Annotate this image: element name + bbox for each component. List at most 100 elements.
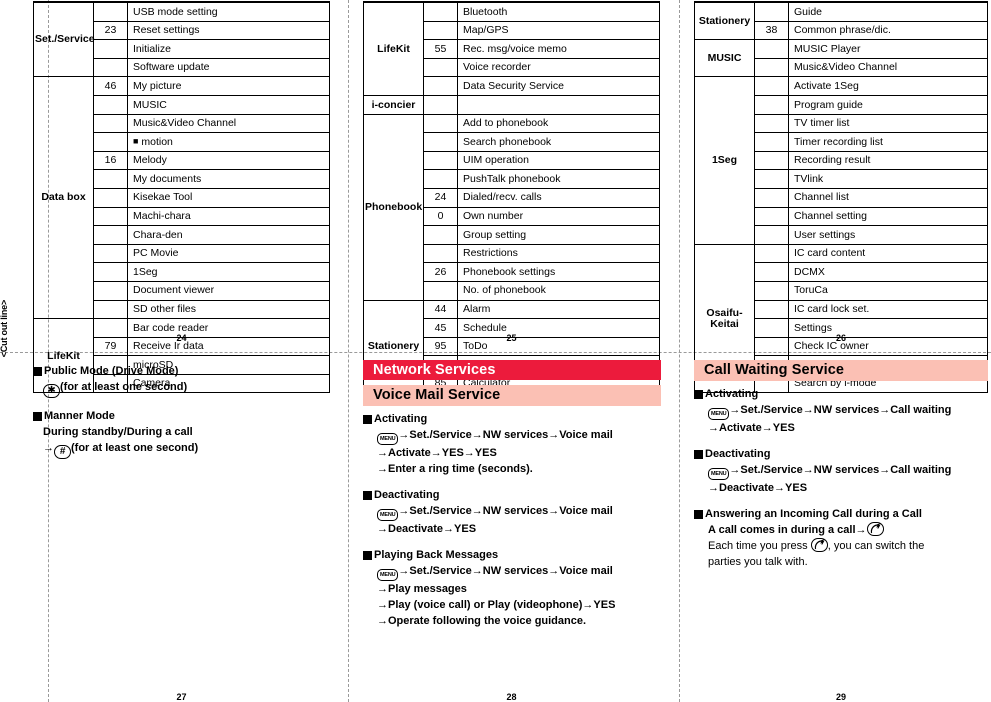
menu-item-cell: Machi-chara	[127, 206, 330, 227]
panel-call-waiting-service: Call Waiting Service Activating MENU →Set.…	[694, 360, 988, 570]
block-heading: Answering an Incoming Call during a Call	[694, 507, 988, 522]
block-heading-label: Deactivating	[374, 489, 440, 501]
menu-item-cell: PushTalk phonebook	[457, 169, 660, 189]
menu-item-cell: IC card content	[788, 243, 988, 264]
voice-mail-service-header: Voice Mail Service	[363, 385, 661, 406]
instruction-step: MENU →Set./Service→NW services→Call waiti…	[694, 402, 988, 420]
menu-page-ref-cell	[754, 76, 789, 96]
menu-item-cell: No. of phonebook	[457, 280, 660, 301]
menu-page-ref-cell: 44	[423, 299, 458, 320]
menu-page-ref-cell: 0	[423, 206, 458, 227]
menu-item-cell: SD other files	[127, 299, 330, 320]
menu-item-cell: PC Movie	[127, 243, 330, 264]
menu-page-ref-cell	[423, 0, 458, 22]
menu-category-cell: MUSIC	[694, 39, 755, 78]
instruction-step-text: →Enter a ring time (seconds).	[377, 463, 533, 475]
page-number-25: 25	[506, 333, 517, 343]
bullet-square-icon	[363, 491, 372, 500]
cut-line-vertical-mid2	[679, 0, 680, 702]
menu-page-ref-cell	[754, 280, 789, 301]
call-key-icon	[866, 522, 884, 536]
instruction-step: →Play (voice call) or Play (videophone)→…	[363, 597, 661, 613]
block-heading: Deactivating	[694, 447, 988, 462]
menu-page-ref-cell	[754, 206, 789, 227]
menu-item-cell: Chara-den	[127, 225, 330, 245]
menu-item-cell: Data Security Service	[457, 76, 660, 96]
instruction-step: →Deactivate→YES	[363, 521, 661, 537]
menu-page-ref-cell	[754, 57, 789, 78]
instruction-step-text: →Deactivate→YES	[377, 523, 477, 535]
instruction-line: During standby/During a call	[43, 426, 193, 438]
bullet-square-icon	[694, 450, 703, 459]
table-row: Osaifu- Keitai IC card content	[694, 243, 988, 394]
bullet-square-icon	[33, 367, 42, 376]
menu-page-ref-cell	[423, 76, 458, 96]
instruction-step-text: A call comes in during a call→	[708, 524, 867, 536]
menu-item-cell: TVlink	[788, 169, 988, 189]
block-heading: Deactivating	[363, 488, 661, 503]
menu-page-ref-cell	[93, 57, 128, 78]
bullet-square-icon	[363, 415, 372, 424]
table-row: i-concier	[363, 94, 660, 115]
cut-line-vertical-mid1	[348, 0, 349, 702]
menu-item-cell: Restrictions	[457, 243, 660, 264]
instruction-step-text: →Play (voice call) or Play (videophone)→…	[377, 599, 616, 611]
block-heading-label: Activating	[705, 388, 759, 400]
menu-item-cell: UIM operation	[457, 150, 660, 171]
menu-item-cell: IC card lock set.	[788, 299, 988, 320]
menu-item-cell: Timer recording list	[788, 132, 988, 152]
instruction-step: MENU →Set./Service→NW services→Voice mail	[363, 503, 661, 521]
bullet-square-icon	[33, 412, 42, 421]
menu-page-ref-cell	[93, 132, 128, 152]
menu-page-ref-cell	[93, 0, 128, 22]
block-heading: Activating	[694, 387, 988, 402]
instruction-step-text: →Set./Service→NW services→Voice mail	[398, 429, 613, 441]
menu-item-cell	[457, 94, 660, 115]
instruction-step: →Activate→YES	[694, 420, 988, 436]
instruction-step-text: →Play messages	[377, 583, 467, 595]
menu-item-cell: Channel setting	[788, 206, 988, 227]
menu-item-cell: Phonebook settings	[457, 262, 660, 282]
menu-page-ref-cell	[754, 299, 789, 320]
table-row: Data box 46 My picture	[33, 76, 330, 320]
menu-page-ref-cell	[423, 243, 458, 264]
menu-page-ref-cell	[93, 243, 128, 264]
menu-page-ref-cell	[423, 280, 458, 301]
menu-page-ref-cell: 26	[423, 262, 458, 282]
menu-page-ref-cell	[93, 206, 128, 227]
menu-key-icon: MENU	[708, 468, 730, 480]
menu-item-cell: USB mode setting	[127, 0, 330, 22]
call-key-icon	[810, 538, 828, 552]
menu-page-ref-cell	[754, 225, 789, 245]
menu-item-cell: TV timer list	[788, 113, 988, 134]
section-heading-label: Public Mode (Drive Mode)	[44, 365, 179, 377]
menu-key-icon: MENU	[377, 433, 399, 445]
cut-out-line-label: <Cut out line>	[0, 300, 9, 358]
page-number-26: 26	[835, 333, 846, 343]
instruction-note-text-2: , you can switch the	[827, 540, 925, 552]
instruction-step: →Operate following the voice guidance.	[363, 613, 661, 629]
section-heading: Manner Mode	[33, 409, 333, 424]
menu-page-ref-cell	[423, 57, 458, 78]
instruction-step: →Play messages	[363, 581, 661, 597]
bullet-square-icon	[694, 390, 703, 399]
table-row: MUSIC MUSIC Player	[694, 39, 988, 78]
menu-key-icon: MENU	[377, 509, 399, 521]
menu-page-ref-cell	[754, 0, 789, 22]
bullet-square-icon	[363, 551, 372, 560]
menu-page-ref-cell: 55	[423, 39, 458, 59]
block-heading-label: Deactivating	[705, 448, 771, 460]
instruction-step-text: →Activate→YES→YES	[377, 447, 497, 459]
instruction-step-text: →Activate→YES	[708, 422, 795, 434]
instruction-note: Each time you press , you can switch the	[694, 538, 988, 554]
menu-page-ref-cell	[93, 225, 128, 245]
menu-item-cell: Common phrase/dic.	[788, 20, 988, 41]
menu-category-cell: 1Seg	[694, 76, 755, 245]
instruction-step-text: →Operate following the voice guidance.	[377, 615, 587, 627]
instruction-step: MENU →Set./Service→NW services→Voice mail	[363, 563, 661, 581]
menu-item-cell: DCMX	[788, 262, 988, 282]
menu-category-cell: LifeKit	[363, 0, 424, 96]
instruction-note-text-3: parties you talk with.	[708, 556, 808, 568]
call-waiting-service-header: Call Waiting Service	[694, 360, 988, 381]
call-handset-icon	[870, 523, 881, 534]
